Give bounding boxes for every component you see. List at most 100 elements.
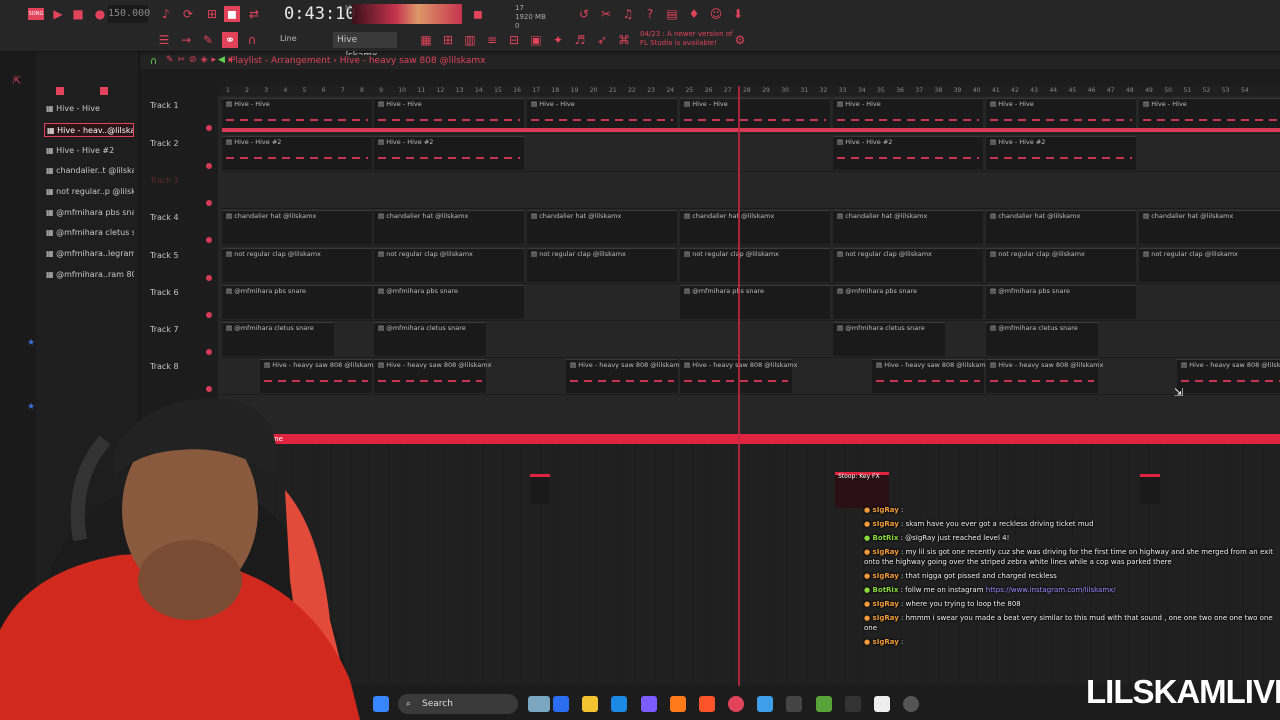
help-icon[interactable]: ? xyxy=(642,6,658,22)
tempo-tap-icon[interactable]: ♬ xyxy=(572,32,588,48)
playlist-clip[interactable]: ▤ Hive - Hive #2 xyxy=(833,136,983,170)
ruler-bar-number[interactable]: 26 xyxy=(705,87,713,94)
ruler-bar-number[interactable]: 36 xyxy=(896,87,904,94)
track-lane[interactable]: ▤ @mfmihara cletus snare ▤ @mfmihara clet… xyxy=(222,322,1280,358)
snap-magnet-icon[interactable]: ∩ xyxy=(150,56,157,67)
playlist-clip[interactable]: ▤ @mfmihara cletus snare xyxy=(986,322,1098,356)
playlist-clip[interactable]: ▤ Hive - Hive xyxy=(1139,98,1280,132)
playlist-clip[interactable]: ▤ Hive - Hive #2 xyxy=(986,136,1136,170)
track-mute-led[interactable] xyxy=(206,312,212,318)
ruler-bar-number[interactable]: 43 xyxy=(1030,87,1038,94)
tempo-display[interactable]: 150.000 xyxy=(108,5,150,23)
ruler-bar-number[interactable]: 33 xyxy=(839,87,847,94)
news-panel[interactable]: 04/23 : A newer version of FL Studio is … xyxy=(640,30,732,48)
ruler-bar-number[interactable]: 44 xyxy=(1049,87,1057,94)
playlist-clip[interactable]: ▤ Hive - Hive xyxy=(222,98,372,132)
ruler-bar-number[interactable]: 54 xyxy=(1241,87,1249,94)
file-explorer-icon[interactable] xyxy=(582,696,598,712)
playlist-clip[interactable]: ▤ Hive - heavy saw 808 @lilskamx xyxy=(374,359,491,393)
playlist-clip[interactable]: ▤ Hive - heavy saw 808 @lilskamx xyxy=(680,359,797,393)
pattern-item[interactable]: ▦ chandalier..t @lilskamx xyxy=(44,164,134,178)
ruler-bar-number[interactable]: 1 xyxy=(226,87,230,94)
media-player-icon[interactable] xyxy=(903,696,919,712)
ruler-bar-number[interactable]: 48 xyxy=(1126,87,1134,94)
plugin-picker-icon[interactable]: ▣ xyxy=(528,32,544,48)
playlist-clip[interactable]: ▤ Hive - heavy saw 808 @lilskamx xyxy=(1177,359,1280,393)
chat-link[interactable]: https://www.instagram.com/lilskamx/ xyxy=(986,586,1116,594)
ruler-bar-number[interactable]: 8 xyxy=(360,87,364,94)
ruler-bar-number[interactable]: 21 xyxy=(609,87,617,94)
pattern-picker-icon[interactable] xyxy=(56,87,64,95)
playlist-clip[interactable]: ▤ not regular clap @lilskamx xyxy=(986,248,1136,282)
tool-icons[interactable]: ✎✂⊘◈▸◂▸ xyxy=(166,55,237,65)
playhead[interactable] xyxy=(738,86,740,686)
playlist-clip[interactable]: ▤ Hive - Hive xyxy=(527,98,677,132)
ruler-bar-number[interactable]: 15 xyxy=(494,87,502,94)
mixer-panel-icon[interactable]: ≡ xyxy=(484,32,500,48)
plugin-icon[interactable]: ♦ xyxy=(686,6,702,22)
ruler-bar-number[interactable]: 29 xyxy=(762,87,770,94)
playlist-clip[interactable]: ▤ not regular clap @lilskamx xyxy=(222,248,372,282)
loop-icon[interactable]: ⟳ xyxy=(180,6,196,22)
track-label[interactable]: Track 6 xyxy=(150,288,179,297)
pattern-item[interactable]: ▦ Hive - Hive #2 xyxy=(44,144,134,158)
playlist-clip[interactable]: ▤ chandalier hat @lilskamx xyxy=(222,210,372,244)
ruler-bar-number[interactable]: 9 xyxy=(379,87,383,94)
track-label[interactable]: Track 1 xyxy=(150,101,179,110)
playlist-clip[interactable]: ▤ @mfmihara cletus snare xyxy=(833,322,945,356)
track-mute-led[interactable] xyxy=(206,125,212,131)
terminal-icon[interactable] xyxy=(786,696,802,712)
vscode-icon[interactable] xyxy=(757,696,773,712)
playlist-clip[interactable]: ▤ @mfmihara pbs snare xyxy=(986,285,1136,319)
undo-icon[interactable]: ↺ xyxy=(576,6,592,22)
mic-icon[interactable]: ♫ xyxy=(620,6,636,22)
play-arrangement-icon[interactable]: ◀ xyxy=(218,55,225,65)
ruler-bar-number[interactable]: 34 xyxy=(858,87,866,94)
ruler-bar-number[interactable]: 45 xyxy=(1069,87,1077,94)
ruler-bar-number[interactable]: 30 xyxy=(781,87,789,94)
playlist-clip[interactable]: ▤ @mfmihara pbs snare xyxy=(222,285,372,319)
play-icon[interactable]: ▶ xyxy=(50,6,66,22)
ruler-bar-number[interactable]: 3 xyxy=(264,87,268,94)
ruler-bar-number[interactable]: 7 xyxy=(341,87,345,94)
waveform-monitor[interactable] xyxy=(352,4,462,24)
pattern-selector[interactable]: Hive ...lskamx xyxy=(333,32,397,61)
playlist-clip[interactable]: ▤ not regular clap @lilskamx xyxy=(527,248,677,282)
ruler-bar-number[interactable]: 52 xyxy=(1203,87,1211,94)
clip-source-icon[interactable] xyxy=(100,87,108,95)
ruler-bar-number[interactable]: 40 xyxy=(973,87,981,94)
ruler-bar-number[interactable]: 39 xyxy=(954,87,962,94)
obs-icon[interactable] xyxy=(728,696,744,712)
star-icon[interactable]: ★ xyxy=(27,338,35,348)
ruler-bar-number[interactable]: 37 xyxy=(915,87,923,94)
stop-icon[interactable]: ■ xyxy=(70,6,86,22)
browser-icon[interactable]: ▦ xyxy=(418,32,434,48)
pattern-item[interactable]: ▦ @mfmihara pbs snare xyxy=(44,206,134,220)
touch-icon[interactable]: ✦ xyxy=(550,32,566,48)
playlist-clip[interactable]: ▤ Hive - Hive xyxy=(986,98,1136,132)
playlist-clip[interactable]: ▤ Hive - Hive #2 xyxy=(374,136,524,170)
catalog-icon[interactable]: ⌘ xyxy=(616,32,632,48)
playlist-clip[interactable]: ▤ not regular clap @lilskamx xyxy=(680,248,830,282)
playlist-clip[interactable]: ▤ @mfmihara pbs snare xyxy=(833,285,983,319)
minecraft-icon[interactable] xyxy=(816,696,832,712)
snap-select[interactable]: Line xyxy=(280,34,297,43)
playlist-clip[interactable]: ▤ @mfmihara pbs snare xyxy=(374,285,524,319)
playlist-clip[interactable]: ▤ Hive - heavy saw 808 @lilskamx xyxy=(872,359,989,393)
ruler-bar-number[interactable]: 12 xyxy=(437,87,445,94)
download-icon[interactable]: ⬇ xyxy=(730,6,746,22)
chat-icon[interactable]: ☺ xyxy=(708,6,724,22)
ruler-bar-number[interactable]: 5 xyxy=(303,87,307,94)
draw-icon[interactable]: ✎ xyxy=(200,32,216,48)
playlist-icon[interactable]: ☰ xyxy=(156,32,172,48)
track-lane[interactable]: ▤ not regular clap @lilskamx ▤ not regula… xyxy=(222,248,1280,284)
settings-icon[interactable]: ⚙ xyxy=(732,32,748,48)
playlist-clip[interactable]: ▤ chandalier hat @lilskamx xyxy=(833,210,983,244)
wait-icon[interactable]: ◼ xyxy=(224,6,240,22)
ruler-bar-number[interactable]: 53 xyxy=(1222,87,1230,94)
track-label[interactable]: Track 3 xyxy=(150,176,179,185)
ruler-bar-number[interactable]: 50 xyxy=(1164,87,1172,94)
ruler-bar-number[interactable]: 25 xyxy=(686,87,694,94)
discord-icon[interactable] xyxy=(641,696,657,712)
ruler-bar-number[interactable]: 11 xyxy=(418,87,426,94)
